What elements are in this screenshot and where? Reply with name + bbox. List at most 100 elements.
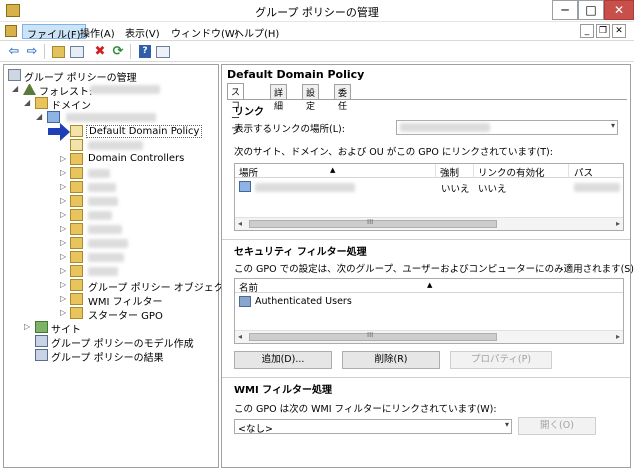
security-principal: Authenticated Users xyxy=(255,296,352,307)
column-path[interactable]: パス xyxy=(574,165,593,179)
wmi-filter-combo[interactable]: <なし> ▾ xyxy=(234,419,512,435)
tab-scope[interactable]: スコープ xyxy=(227,83,245,137)
collapsed-arrow-icon[interactable]: ▷ xyxy=(60,224,70,233)
mdi-restore-button[interactable]: ❐ xyxy=(596,24,610,38)
links-grid[interactable]: 場所 ▲ 強制 リンクの有効化 パス いいえ いいえ ◂ III ▸ xyxy=(234,163,624,231)
redacted-link-location xyxy=(255,183,355,192)
redacted-ou-name xyxy=(88,211,112,220)
close-button[interactable]: ✕ xyxy=(604,0,634,20)
column-name[interactable]: 名前 xyxy=(239,280,258,294)
link-location-combo[interactable]: ▾ xyxy=(396,120,618,135)
help-icon[interactable]: ? xyxy=(139,45,151,58)
collapsed-arrow-icon[interactable]: ▷ xyxy=(60,182,70,191)
redacted-ou-name xyxy=(88,239,128,248)
scroll-left-icon[interactable]: ◂ xyxy=(238,332,242,341)
collapsed-arrow-icon[interactable]: ▷ xyxy=(60,154,70,163)
redacted-ou-name xyxy=(88,169,110,178)
minimize-button[interactable]: ─ xyxy=(552,0,578,20)
redacted-link-path xyxy=(574,183,620,192)
dropdown-arrow-icon[interactable]: ▾ xyxy=(505,420,509,429)
tab-delegation[interactable]: 委任 xyxy=(334,84,352,112)
collapsed-arrow-icon[interactable]: ▷ xyxy=(60,168,70,177)
open-button[interactable]: 開く(O) xyxy=(518,417,596,435)
menu-view[interactable]: 表示(V) xyxy=(121,24,164,40)
collapsed-arrow-icon[interactable]: ▷ xyxy=(24,322,34,331)
sort-up-icon: ▲ xyxy=(330,166,336,174)
links-horizontal-scrollbar[interactable]: ◂ III ▸ xyxy=(235,217,623,230)
results-icon xyxy=(35,349,48,361)
tab-strip-line xyxy=(227,99,627,100)
security-heading: セキュリティ フィルター処理 xyxy=(234,247,367,258)
link-location-label: 表示するリンクの場所(L): xyxy=(234,124,345,135)
redacted-domain-name xyxy=(66,113,156,122)
up-folder-icon[interactable] xyxy=(52,46,65,58)
forest-icon xyxy=(23,83,36,95)
view-options-icon[interactable] xyxy=(156,46,170,58)
menu-bar: ファイル(F) 操作(A) 表示(V) ウィンドウ(W) ヘルプ(H) _ ❐ … xyxy=(0,22,634,41)
security-grid[interactable]: 名前 ▲ Authenticated Users ◂ III ▸ xyxy=(234,278,624,344)
collapsed-arrow-icon[interactable]: ▷ xyxy=(60,266,70,275)
domain-icon xyxy=(239,181,251,192)
scroll-right-icon[interactable]: ▸ xyxy=(616,219,620,228)
links-grid-header: 場所 ▲ 強制 リンクの有効化 パス xyxy=(235,164,623,179)
redacted-ou-name xyxy=(88,183,116,192)
redacted-ou-name xyxy=(88,225,122,234)
refresh-icon[interactable]: ⟳ xyxy=(110,44,126,59)
scroll-left-icon[interactable]: ◂ xyxy=(238,219,242,228)
menu-action[interactable]: 操作(A) xyxy=(76,24,119,40)
modeling-icon xyxy=(35,335,48,347)
column-link-enabled[interactable]: リンクの有効化 xyxy=(478,165,545,179)
toolbar-separator xyxy=(44,44,45,59)
mdi-close-button[interactable]: ✕ xyxy=(612,24,626,38)
scroll-grip-icon: III xyxy=(367,331,374,339)
details-title: Default Domain Policy xyxy=(227,68,365,81)
window-title: グループ ポリシーの管理 xyxy=(255,6,379,19)
maximize-button[interactable]: □ xyxy=(578,0,604,20)
collapsed-arrow-icon[interactable]: ▷ xyxy=(60,252,70,261)
menu-help[interactable]: ヘルプ(H) xyxy=(230,24,283,40)
sort-up-icon: ▲ xyxy=(427,281,433,289)
redacted-ou-name xyxy=(88,267,118,276)
expanded-arrow-icon[interactable]: ◢ xyxy=(36,112,46,121)
wmi-note: この GPO は次の WMI フィルターにリンクされています(W): xyxy=(234,404,497,415)
back-arrow-icon[interactable]: ⇦ xyxy=(6,44,22,59)
forward-arrow-icon[interactable]: ⇨ xyxy=(24,44,40,59)
security-grid-header: 名前 ▲ xyxy=(235,279,623,294)
ou-folder-icon xyxy=(70,181,83,193)
dropdown-arrow-icon[interactable]: ▾ xyxy=(611,121,615,130)
title-bar: グループ ポリシーの管理 ─ □ ✕ xyxy=(0,0,634,22)
remove-button[interactable]: 削除(R) xyxy=(342,351,440,369)
tab-details[interactable]: 詳細 xyxy=(270,84,288,112)
link-enforced-value: いいえ xyxy=(441,184,470,195)
collapsed-arrow-icon[interactable]: ▷ xyxy=(60,196,70,205)
redacted-ou-name xyxy=(88,197,118,206)
collapsed-arrow-icon[interactable]: ▷ xyxy=(60,308,70,317)
column-enforced[interactable]: 強制 xyxy=(440,165,459,179)
collapsed-arrow-icon[interactable]: ▷ xyxy=(60,280,70,289)
collapsed-arrow-icon[interactable]: ▷ xyxy=(60,210,70,219)
domain-icon xyxy=(47,111,60,123)
expanded-arrow-icon[interactable]: ◢ xyxy=(24,98,34,107)
collapsed-arrow-icon[interactable]: ▷ xyxy=(60,294,70,303)
toolbar-separator xyxy=(130,44,131,59)
wmi-filter-value: <なし> xyxy=(238,424,273,435)
table-row[interactable]: いいえ いいえ xyxy=(235,180,623,195)
security-horizontal-scrollbar[interactable]: ◂ III ▸ xyxy=(235,330,623,343)
table-row[interactable]: Authenticated Users xyxy=(235,295,623,309)
security-note: この GPO での設定は、次のグループ、ユーザーおよびコンピューターにのみ適用さ… xyxy=(234,264,634,275)
collapsed-arrow-icon[interactable]: ▷ xyxy=(60,238,70,247)
add-button[interactable]: 追加(D)... xyxy=(234,351,332,369)
child-window-icon[interactable] xyxy=(5,25,17,37)
show-hide-tree-icon[interactable] xyxy=(70,46,84,58)
tab-settings[interactable]: 設定 xyxy=(302,84,320,112)
delete-icon[interactable]: ✖ xyxy=(92,44,108,59)
mdi-minimize-button[interactable]: _ xyxy=(580,24,594,38)
scroll-right-icon[interactable]: ▸ xyxy=(616,332,620,341)
column-location[interactable]: 場所 xyxy=(239,165,258,179)
gpo-folder-icon xyxy=(70,279,83,291)
expanded-arrow-icon[interactable]: ◢ xyxy=(12,84,22,93)
ou-folder-icon xyxy=(70,167,83,179)
details-pane: Default Domain Policy スコープ 詳細 設定 委任 リンク … xyxy=(221,64,634,468)
properties-button[interactable]: プロパティ(P) xyxy=(450,351,552,369)
ou-folder-icon xyxy=(70,251,83,263)
